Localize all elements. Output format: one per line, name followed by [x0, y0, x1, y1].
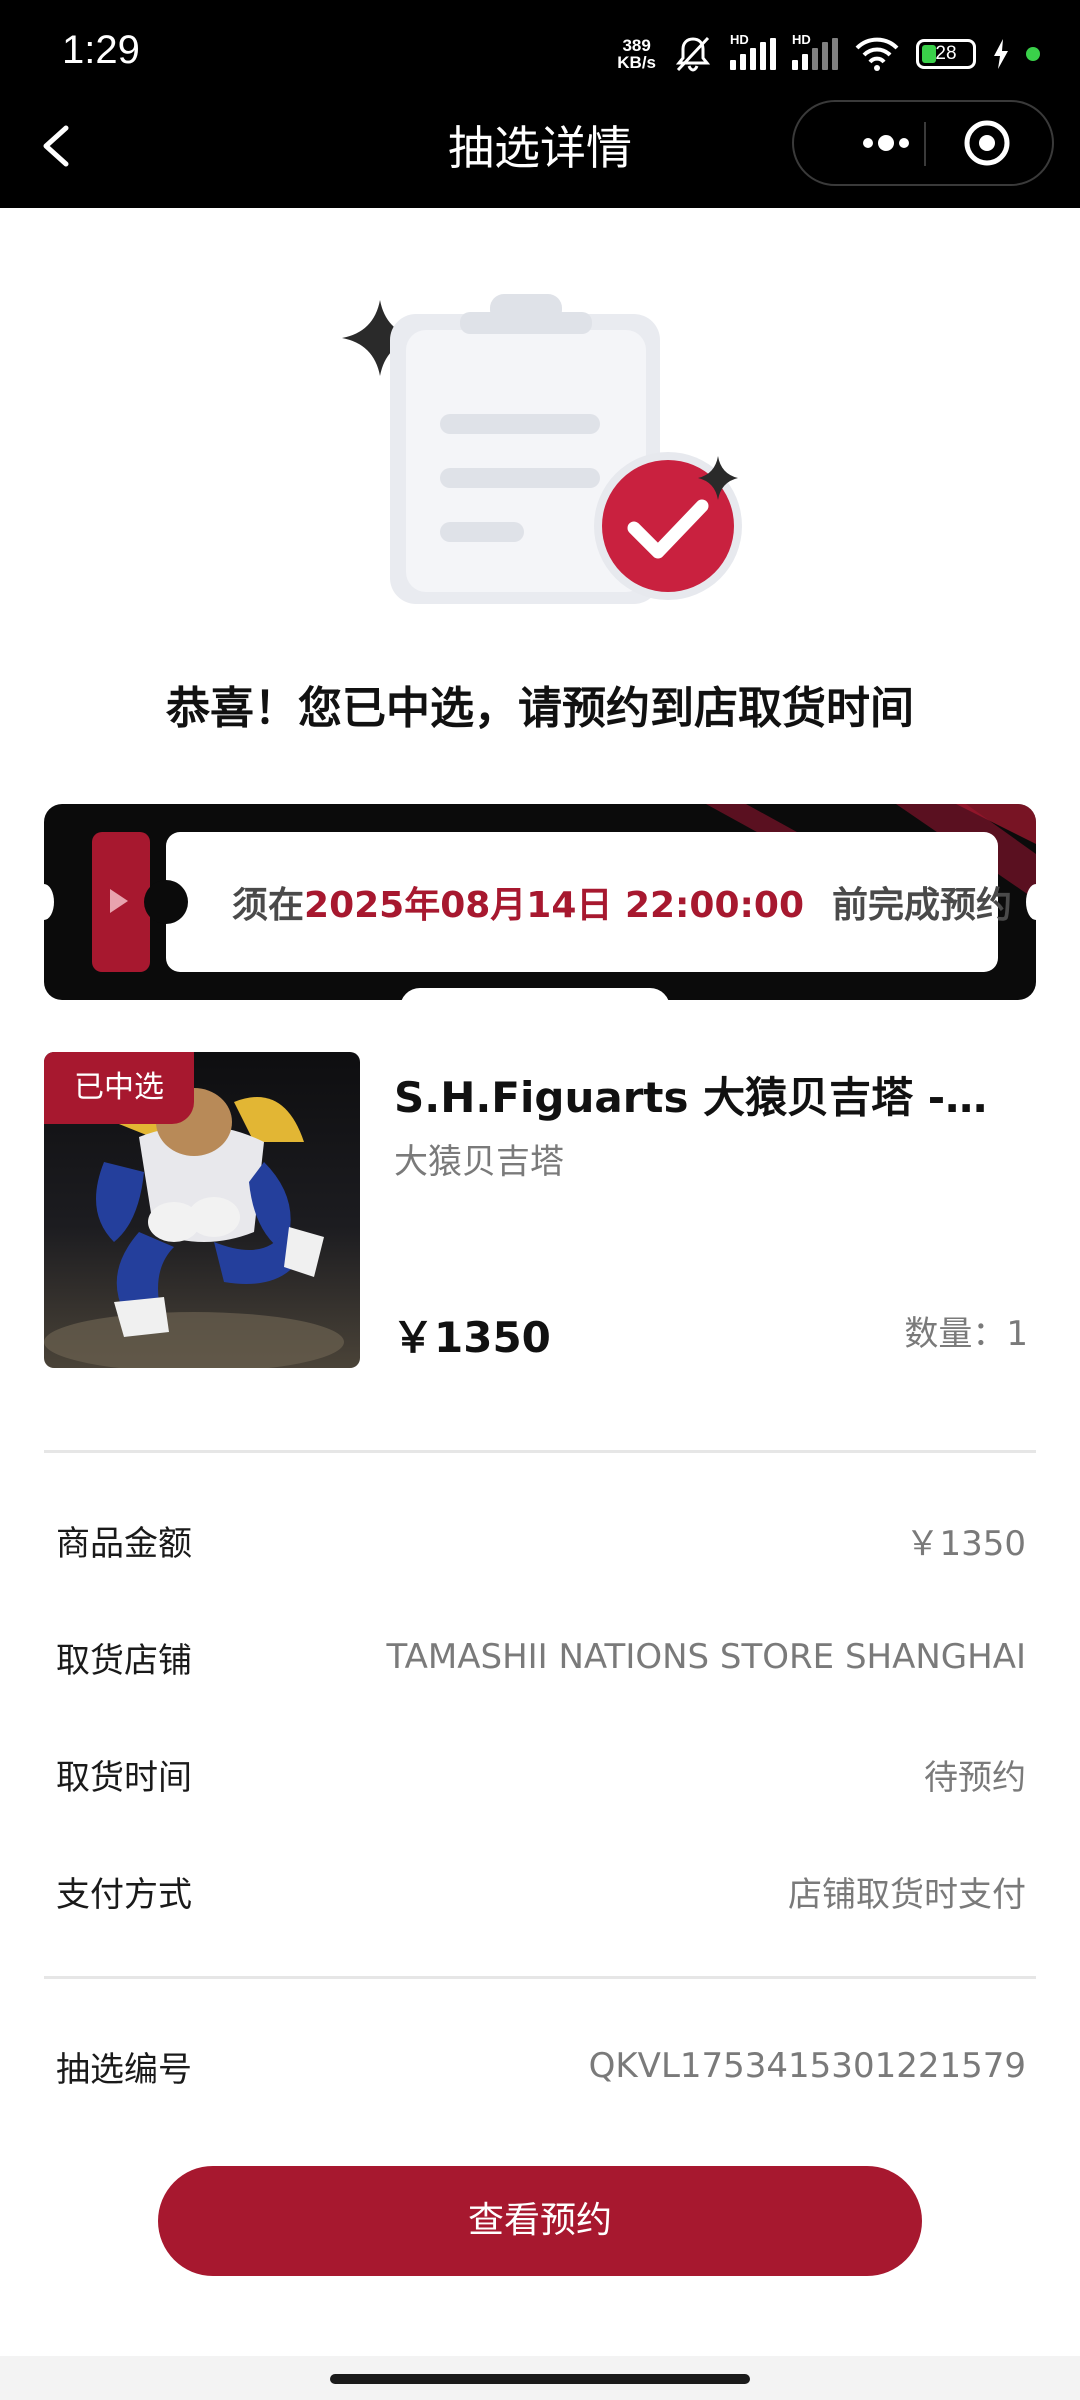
deadline-suffix: 前完成预约 [832, 885, 1013, 926]
ticket-bottom-tab [400, 988, 670, 1012]
network-speed-value: 389 [622, 36, 651, 55]
mute-bell-icon [675, 36, 711, 72]
signal-1-label: HD [730, 32, 749, 47]
play-icon [110, 889, 128, 913]
mini-program-capsule [792, 100, 1054, 186]
signal-2-label: HD [792, 32, 811, 47]
home-indicator[interactable] [330, 2374, 750, 2384]
detail-row-pickup-time: 取货时间 待预约 [56, 1744, 1026, 1804]
ticket-notch [44, 884, 54, 920]
ticket-tab [92, 832, 150, 972]
detail-row-amount: 商品金额 ￥1350 [56, 1510, 1026, 1570]
more-dots-icon[interactable] [832, 102, 932, 184]
detail-value: 待预约 [924, 1757, 1026, 1798]
deadline-datetime: 2025年08月14日 22:00:00 [304, 885, 805, 926]
deadline-banner: 须在 2025年08月14日 22:00:00 前完成预约 [44, 804, 1036, 1000]
deadline-card: 须在 2025年08月14日 22:00:00 前完成预约 [144, 832, 1012, 972]
signal-icon: HD [792, 32, 838, 70]
deadline-prefix: 须在 [232, 885, 305, 926]
top-bar: 1:29 389 KB/s HD HD 28 抽选详情 [0, 0, 1080, 208]
detail-label: 取货时间 [56, 1757, 192, 1798]
network-speed: 389 KB/s [617, 37, 656, 71]
product-quantity: 数量：1 [904, 1314, 1028, 1354]
signal-icon: HD [730, 32, 776, 70]
success-message: 恭喜！您已中选，请预约到店取货时间 [166, 683, 914, 734]
battery-level: 28 [935, 43, 957, 64]
privacy-indicator-dot [1026, 47, 1040, 61]
clipboard-check-icon [342, 294, 742, 604]
section-divider [44, 1450, 1036, 1453]
target-icon[interactable] [962, 118, 1012, 168]
view-reservation-button[interactable]: 查看预约 [158, 2166, 922, 2276]
won-badge: 已中选 [44, 1052, 194, 1124]
network-speed-unit: KB/s [617, 53, 656, 72]
detail-row-lottery-number: 抽选编号 QKVL1753415301221579 [56, 2036, 1026, 2096]
section-divider [44, 1976, 1036, 1979]
detail-label: 商品金额 [56, 1523, 192, 1564]
ticket-notch [144, 880, 188, 924]
lottery-label: 抽选编号 [56, 2049, 192, 2090]
detail-label: 取货店铺 [56, 1640, 192, 1681]
status-icons: 389 KB/s HD HD 28 [617, 30, 1040, 78]
battery-icon: 28 [916, 39, 976, 69]
ticket-notch [1026, 884, 1036, 920]
product-price: ￥1350 [392, 1313, 551, 1362]
wifi-icon [855, 37, 899, 71]
detail-value: 店铺取货时支付 [788, 1874, 1026, 1915]
charging-icon [994, 39, 1008, 69]
lottery-value: QKVL1753415301221579 [588, 2046, 1026, 2086]
product-subtitle: 大猿贝吉塔 [394, 1142, 564, 1182]
detail-row-store: 取货店铺 TAMASHII NATIONS STORE SHANGHAI [56, 1627, 1026, 1687]
detail-value: ￥1350 [905, 1523, 1026, 1564]
product-title[interactable]: S.H.Figuarts 大猿贝吉塔 -Exclusive Edition- [394, 1064, 1014, 1125]
status-time: 1:29 [62, 28, 140, 72]
detail-label: 支付方式 [56, 1874, 192, 1915]
detail-row-payment: 支付方式 店铺取货时支付 [56, 1861, 1026, 1921]
deadline-text: 须在 2025年08月14日 22:00:00 前完成预约 [232, 832, 1012, 972]
detail-value: TAMASHII NATIONS STORE SHANGHAI [386, 1637, 1027, 1677]
capsule-divider [924, 122, 926, 166]
